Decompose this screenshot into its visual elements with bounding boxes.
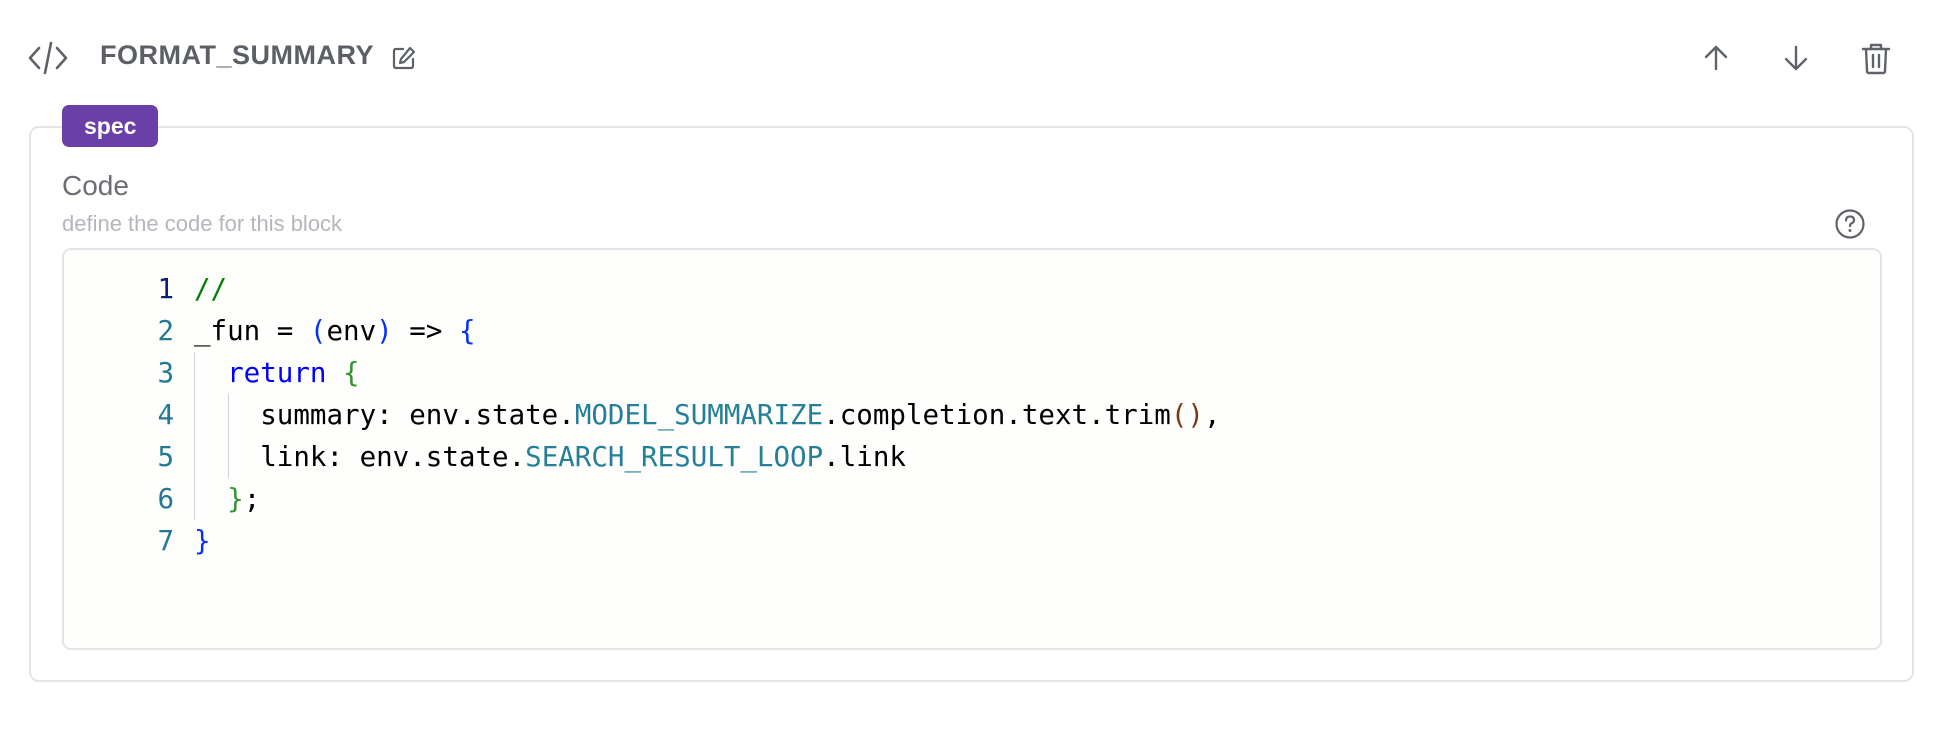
block-header: FORMAT_SUMMARY xyxy=(0,0,1936,120)
code-token: } xyxy=(194,525,211,557)
code-text: // xyxy=(194,268,227,310)
code-token: { xyxy=(343,357,360,389)
code-token: } xyxy=(227,483,244,515)
spec-tag: spec xyxy=(62,105,159,147)
code-text: } xyxy=(194,520,211,562)
line-number: 2 xyxy=(157,315,174,347)
code-field-description: define the code for this block xyxy=(62,211,343,236)
code-token: { xyxy=(458,315,476,347)
line-number: 3 xyxy=(157,357,174,389)
code-brackets-icon xyxy=(28,41,68,75)
line-number: 5 xyxy=(157,441,174,473)
code-text: summary: env.state.MODEL_SUMMARIZE.compl… xyxy=(194,394,1221,436)
code-token: ) xyxy=(376,315,393,347)
code-token: ( xyxy=(309,315,327,347)
line-number: 4 xyxy=(157,399,174,431)
line-number: 6 xyxy=(157,483,174,515)
line-number: 1 xyxy=(157,273,174,305)
code-token: .link xyxy=(823,441,906,473)
code-token: .completion.text.trim xyxy=(823,399,1171,431)
code-token: () xyxy=(1170,399,1204,431)
code-token: ; xyxy=(243,483,261,515)
code-token: => xyxy=(392,315,459,347)
code-token: _fun = xyxy=(194,315,310,347)
code-text: link: env.state.SEARCH_RESULT_LOOP.link xyxy=(194,436,906,478)
delete-button[interactable] xyxy=(1858,40,1894,76)
code-token: summary: env.state. xyxy=(194,399,575,431)
edit-icon[interactable] xyxy=(391,45,417,71)
help-icon[interactable] xyxy=(1834,208,1866,240)
move-up-button[interactable] xyxy=(1698,40,1734,76)
code-token: , xyxy=(1203,399,1221,431)
code-text: _fun = (env) => { xyxy=(194,310,476,352)
code-field-label: Code xyxy=(62,170,129,201)
code-token: MODEL_SUMMARIZE xyxy=(574,399,824,431)
code-text: return { xyxy=(194,352,360,394)
code-token: return xyxy=(227,357,327,389)
code-token: env xyxy=(326,315,377,347)
code-token: SEARCH_RESULT_LOOP xyxy=(525,441,824,473)
code-token: link: env.state. xyxy=(194,441,526,473)
code-token: // xyxy=(194,273,228,305)
move-down-button[interactable] xyxy=(1778,40,1814,76)
line-number: 7 xyxy=(157,525,174,557)
code-text: }; xyxy=(194,478,260,520)
code-editor[interactable]: 1//2 _fun = (env) => {3 return {4 summary… xyxy=(62,248,1882,650)
block-title: FORMAT_SUMMARY xyxy=(100,40,374,70)
